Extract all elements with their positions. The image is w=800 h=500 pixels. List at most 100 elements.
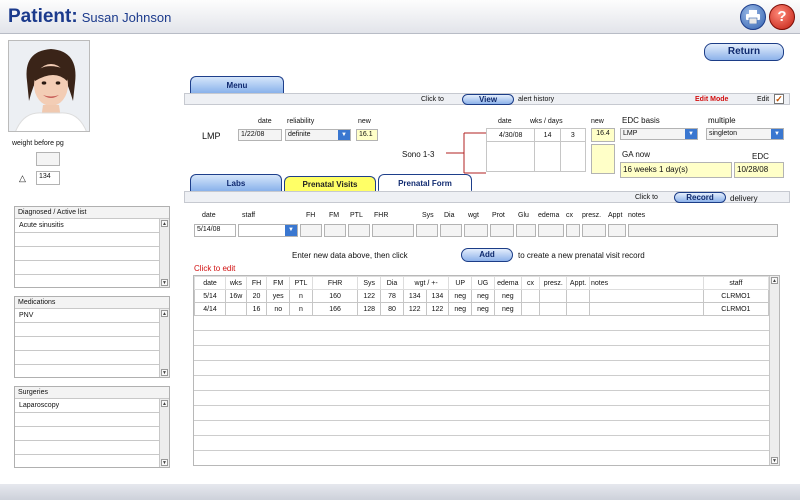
list-item[interactable] (15, 247, 169, 261)
sono-wks-cell[interactable]: 14 (534, 128, 561, 142)
entry-notes-field[interactable] (628, 224, 778, 237)
table-row[interactable]: 4/14 16 no n 166 128 80 122 122 neg neg neg CLRMO1 (193, 302, 770, 316)
table-cell[interactable] (566, 289, 590, 303)
diagnosed-scrollbar[interactable]: ▲ ▼ (159, 219, 169, 287)
tab-labs[interactable]: Labs (190, 174, 282, 192)
scroll-down-icon[interactable]: ▼ (161, 459, 168, 466)
entry-ptl-field[interactable] (348, 224, 370, 237)
table-cell[interactable]: 4/14 (193, 302, 227, 316)
entry-presz-field[interactable] (582, 224, 606, 237)
medications-scrollbar[interactable]: ▲ ▼ (159, 309, 169, 377)
entry-fh-field[interactable] (300, 224, 322, 237)
multiple-select[interactable]: singleton ▼ (706, 128, 784, 140)
table-cell[interactable]: 5/14 (193, 289, 227, 303)
list-item[interactable]: PNV (15, 309, 169, 323)
table-cell[interactable]: CLRMO1 (702, 302, 770, 316)
list-item[interactable] (15, 413, 169, 427)
table-cell[interactable]: 122 (425, 302, 450, 316)
table-cell[interactable]: 80 (380, 302, 404, 316)
table-cell[interactable]: 134 (402, 289, 427, 303)
table-cell[interactable]: 16w (225, 289, 247, 303)
edc-basis-select[interactable]: LMP ▼ (620, 128, 698, 140)
table-cell[interactable] (520, 289, 541, 303)
table-cell[interactable]: 122 (402, 302, 427, 316)
table-cell[interactable]: 20 (245, 289, 268, 303)
list-item[interactable] (15, 427, 169, 441)
chevron-down-icon[interactable]: ▼ (338, 130, 350, 140)
list-item[interactable] (15, 365, 169, 379)
chevron-down-icon[interactable]: ▼ (285, 225, 297, 236)
table-cell[interactable]: neg (493, 289, 522, 303)
table-cell[interactable]: neg (448, 289, 473, 303)
table-cell[interactable]: 16 (245, 302, 268, 316)
table-row[interactable]: 5/14 16w 20 yes n 160 122 78 134 134 neg neg neg CLRM… (193, 289, 770, 303)
entry-prot-field[interactable] (490, 224, 514, 237)
entry-sys-field[interactable] (416, 224, 438, 237)
table-cell[interactable] (539, 289, 568, 303)
visits-scrollbar[interactable]: ▲ ▼ (769, 276, 779, 465)
list-item[interactable] (15, 323, 169, 337)
table-cell[interactable]: neg (493, 302, 522, 316)
weight-change-field[interactable]: 134 (36, 171, 60, 185)
table-cell[interactable]: 134 (425, 289, 450, 303)
table-cell[interactable]: 122 (357, 289, 382, 303)
chevron-down-icon[interactable]: ▼ (685, 129, 697, 139)
sono-date-cell[interactable]: 4/30/08 (485, 128, 536, 142)
table-cell[interactable] (225, 302, 247, 316)
table-cell[interactable]: CLRMO1 (702, 289, 770, 303)
entry-cx-field[interactable] (566, 224, 580, 237)
table-cell[interactable] (539, 302, 568, 316)
table-cell[interactable] (588, 302, 704, 316)
list-item[interactable] (15, 275, 169, 289)
table-cell[interactable]: 128 (357, 302, 382, 316)
record-delivery-button[interactable]: Record (674, 192, 726, 203)
list-item[interactable]: Acute sinusitis (15, 219, 169, 233)
lmp-date-field[interactable]: 1/22/08 (238, 129, 282, 141)
add-visit-button[interactable]: Add (461, 248, 513, 262)
list-item[interactable] (15, 441, 169, 455)
tab-prenatal-visits[interactable]: Prenatal Visits (284, 176, 376, 192)
scroll-down-icon[interactable]: ▼ (771, 457, 778, 464)
table-cell[interactable]: 78 (380, 289, 404, 303)
scroll-up-icon[interactable]: ▲ (771, 277, 778, 284)
table-cell[interactable] (588, 289, 704, 303)
list-item[interactable] (15, 337, 169, 351)
scroll-up-icon[interactable]: ▲ (161, 310, 168, 317)
list-item[interactable] (15, 351, 169, 365)
table-cell[interactable] (566, 302, 590, 316)
tab-prenatal-form[interactable]: Prenatal Form (378, 174, 472, 192)
entry-edema-field[interactable] (538, 224, 564, 237)
help-button[interactable]: ? (769, 4, 795, 30)
surgeries-scrollbar[interactable]: ▲ ▼ (159, 399, 169, 467)
entry-glu-field[interactable] (516, 224, 536, 237)
entry-fm-field[interactable] (324, 224, 346, 237)
table-cell[interactable]: neg (471, 289, 495, 303)
scroll-down-icon[interactable]: ▼ (161, 279, 168, 286)
scroll-up-icon[interactable]: ▲ (161, 400, 168, 407)
weight-before-pg-field[interactable] (36, 152, 60, 166)
return-button[interactable]: Return (704, 43, 784, 61)
table-cell[interactable] (520, 302, 541, 316)
sono-days-cell[interactable] (559, 141, 587, 172)
sono-wks-cell[interactable] (534, 141, 561, 172)
list-item[interactable] (15, 233, 169, 247)
entry-dia-field[interactable] (440, 224, 462, 237)
view-alert-button[interactable]: View (462, 94, 514, 105)
list-item[interactable] (15, 455, 169, 469)
table-cell[interactable]: no (266, 302, 291, 316)
list-item[interactable] (15, 261, 169, 275)
lmp-reliability-select[interactable]: definite ▼ (285, 129, 351, 141)
edit-checkbox[interactable]: ✓ (774, 94, 784, 104)
table-cell[interactable]: n (289, 302, 313, 316)
sono-date-cell[interactable] (485, 141, 536, 172)
table-cell[interactable]: neg (448, 302, 473, 316)
table-cell[interactable]: n (289, 289, 313, 303)
table-cell[interactable]: yes (266, 289, 291, 303)
chevron-down-icon[interactable]: ▼ (771, 129, 783, 139)
list-item[interactable]: Laparoscopy (15, 399, 169, 413)
table-cell[interactable]: 160 (311, 289, 359, 303)
table-cell[interactable]: 166 (311, 302, 359, 316)
entry-fhr-field[interactable] (372, 224, 414, 237)
entry-staff-select[interactable]: ▼ (238, 224, 298, 237)
table-cell[interactable]: neg (471, 302, 495, 316)
